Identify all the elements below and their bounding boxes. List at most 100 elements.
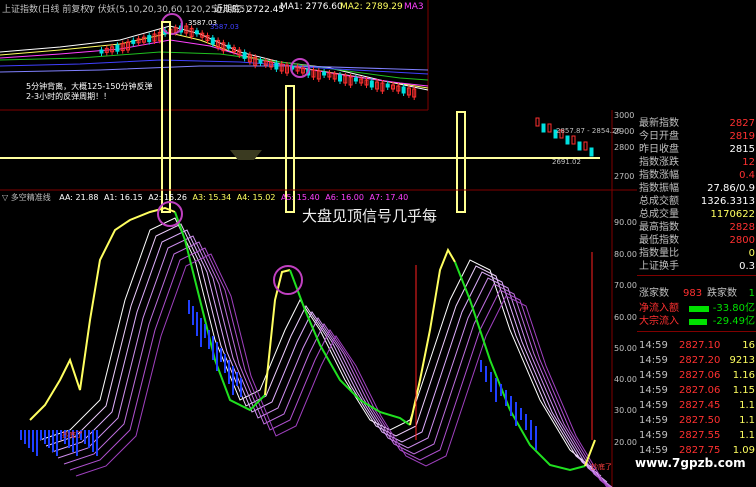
mini-chart-range: 2857.87 - 2854.26 [556, 127, 621, 135]
tick-volume: 1.1 [739, 400, 755, 411]
quote-label: 今日开盘 [639, 131, 679, 142]
main-line-yellow [409, 247, 456, 426]
indicator-bar [44, 430, 46, 444]
mini-tick-2800: 2800 [614, 143, 635, 152]
net-inflow-value: -33.80亿 [712, 303, 755, 314]
candle-body [369, 80, 374, 88]
quote-label: 昨日收盘 [639, 144, 679, 155]
tick-row: 14:59 2827.10 16 [637, 340, 756, 352]
quote-row: 指数涨幅 0.4 [637, 170, 756, 182]
mini-tick-3000: 3000 [614, 111, 635, 120]
indicator-band-line [51, 229, 608, 483]
tick-60: 60.00 [614, 313, 637, 322]
tick-row: 14:59 2827.20 9213 [637, 355, 756, 367]
candle-body [242, 51, 247, 59]
indicator-bar [20, 430, 22, 440]
block-inflow-row: 大宗流入 -29.49亿 [637, 316, 756, 328]
left-signal-label: 抄底了 [62, 431, 83, 439]
right-signal-label: 抄底了 [591, 463, 612, 471]
tick-time: 14:59 [639, 370, 668, 381]
indicator-bar [88, 430, 90, 448]
candle-body [353, 77, 358, 82]
indicator-bar [204, 324, 206, 338]
mini-candle [565, 135, 570, 145]
mini-chart-bg [530, 110, 614, 188]
up-count-value: 983 [683, 288, 703, 299]
indicator-bar [510, 396, 512, 416]
quote-label: 总成交额 [639, 196, 679, 207]
mini-candle [541, 123, 546, 133]
quote-value: 0.3 [739, 261, 755, 272]
quote-row: 总成交额 1326.3313 [637, 196, 756, 208]
indicator-band-line [75, 253, 609, 487]
net-inflow-label: 净流入额 [639, 303, 679, 314]
indicator-title: ▽ 多空精准线 AA: 21.88 A1: 16.15 A2: 15.26 A3… [2, 192, 408, 203]
tick-time: 14:59 [639, 400, 668, 411]
indicator-bar [200, 318, 202, 347]
tick-volume: 16 [742, 340, 755, 351]
quote-row: 指数涨跌 12 [637, 157, 756, 169]
annotation-line-2: 2-3小时的反弹周期！！ [26, 92, 112, 101]
big-signal-text: 大盘见顶信号几乎每 [302, 207, 438, 225]
block-inflow-bar [689, 319, 707, 325]
quote-value: 27.86/0.9 [707, 183, 755, 194]
indicator-bar [212, 336, 214, 360]
quote-value: 2800 [729, 235, 755, 246]
tick-volume: 9213 [729, 355, 755, 366]
tick-time: 14:59 [639, 340, 668, 351]
indicator-bar [208, 330, 210, 349]
tick-50: 50.00 [614, 344, 637, 353]
indicator-bar [52, 430, 54, 452]
candle-body [115, 44, 120, 52]
indicator-a1: A1: 16.15 [103, 193, 143, 202]
indicator-bar [224, 354, 226, 373]
block-inflow-value: -29.49亿 [712, 316, 755, 327]
quote-value: 0.4 [739, 170, 755, 181]
candle-body [226, 44, 231, 49]
quote-label: 最新指数 [639, 118, 679, 129]
indicator-bar [240, 378, 242, 397]
indicator-bar [36, 430, 38, 456]
tick-70: 70.00 [614, 281, 637, 290]
tick-price: 2827.55 [679, 430, 721, 441]
indicator-bar [196, 312, 198, 336]
tick-30: 30.00 [614, 406, 637, 415]
mini-candle [577, 141, 582, 151]
indicator-bar [520, 408, 522, 420]
candle-body [258, 59, 263, 64]
quote-row: 最低指数 2800 [637, 235, 756, 247]
quote-label: 指数涨幅 [639, 170, 679, 181]
candle-body [99, 49, 104, 54]
indicator-bar [48, 430, 50, 448]
tick-time: 14:59 [639, 385, 668, 396]
candle-body [385, 83, 390, 88]
quote-value: 1170622 [710, 209, 755, 220]
quote-separator [637, 275, 756, 276]
indicator-bar [485, 366, 487, 382]
candle-body [210, 37, 215, 45]
indicator-bar [220, 348, 222, 362]
marker-column [456, 111, 466, 213]
candle-body [338, 74, 342, 82]
indicator-a5: A5: 15.40 [280, 193, 320, 202]
quote-value: 2827 [729, 118, 755, 129]
indicator-bar [535, 426, 537, 450]
near-bottom-label: 近期底: 2722.45 [214, 5, 285, 15]
quote-row: 最高指数 2828 [637, 222, 756, 234]
quote-label: 最高指数 [639, 222, 679, 233]
candle-body [274, 62, 279, 70]
tick-price: 2827.45 [679, 400, 721, 411]
mini-tick-2900: 2900 [614, 127, 635, 136]
tick-price: 2827.20 [679, 355, 721, 366]
indicator-bar [236, 372, 238, 386]
quote-row: 今日开盘 2819 [637, 131, 756, 143]
annotation-line-1: 5分钟背离，大概125-150分钟反弹 [26, 82, 153, 91]
quote-separator [637, 331, 756, 332]
tick-90: 90.00 [614, 218, 637, 227]
indicator-bar [28, 430, 30, 448]
ma3-label: MA3 [404, 2, 424, 12]
tick-row: 14:59 2827.45 1.1 [637, 400, 756, 412]
top-side-value: 3587.03 [210, 23, 239, 31]
tick-volume: 1.15 [732, 385, 755, 396]
tick-40: 40.00 [614, 375, 637, 384]
